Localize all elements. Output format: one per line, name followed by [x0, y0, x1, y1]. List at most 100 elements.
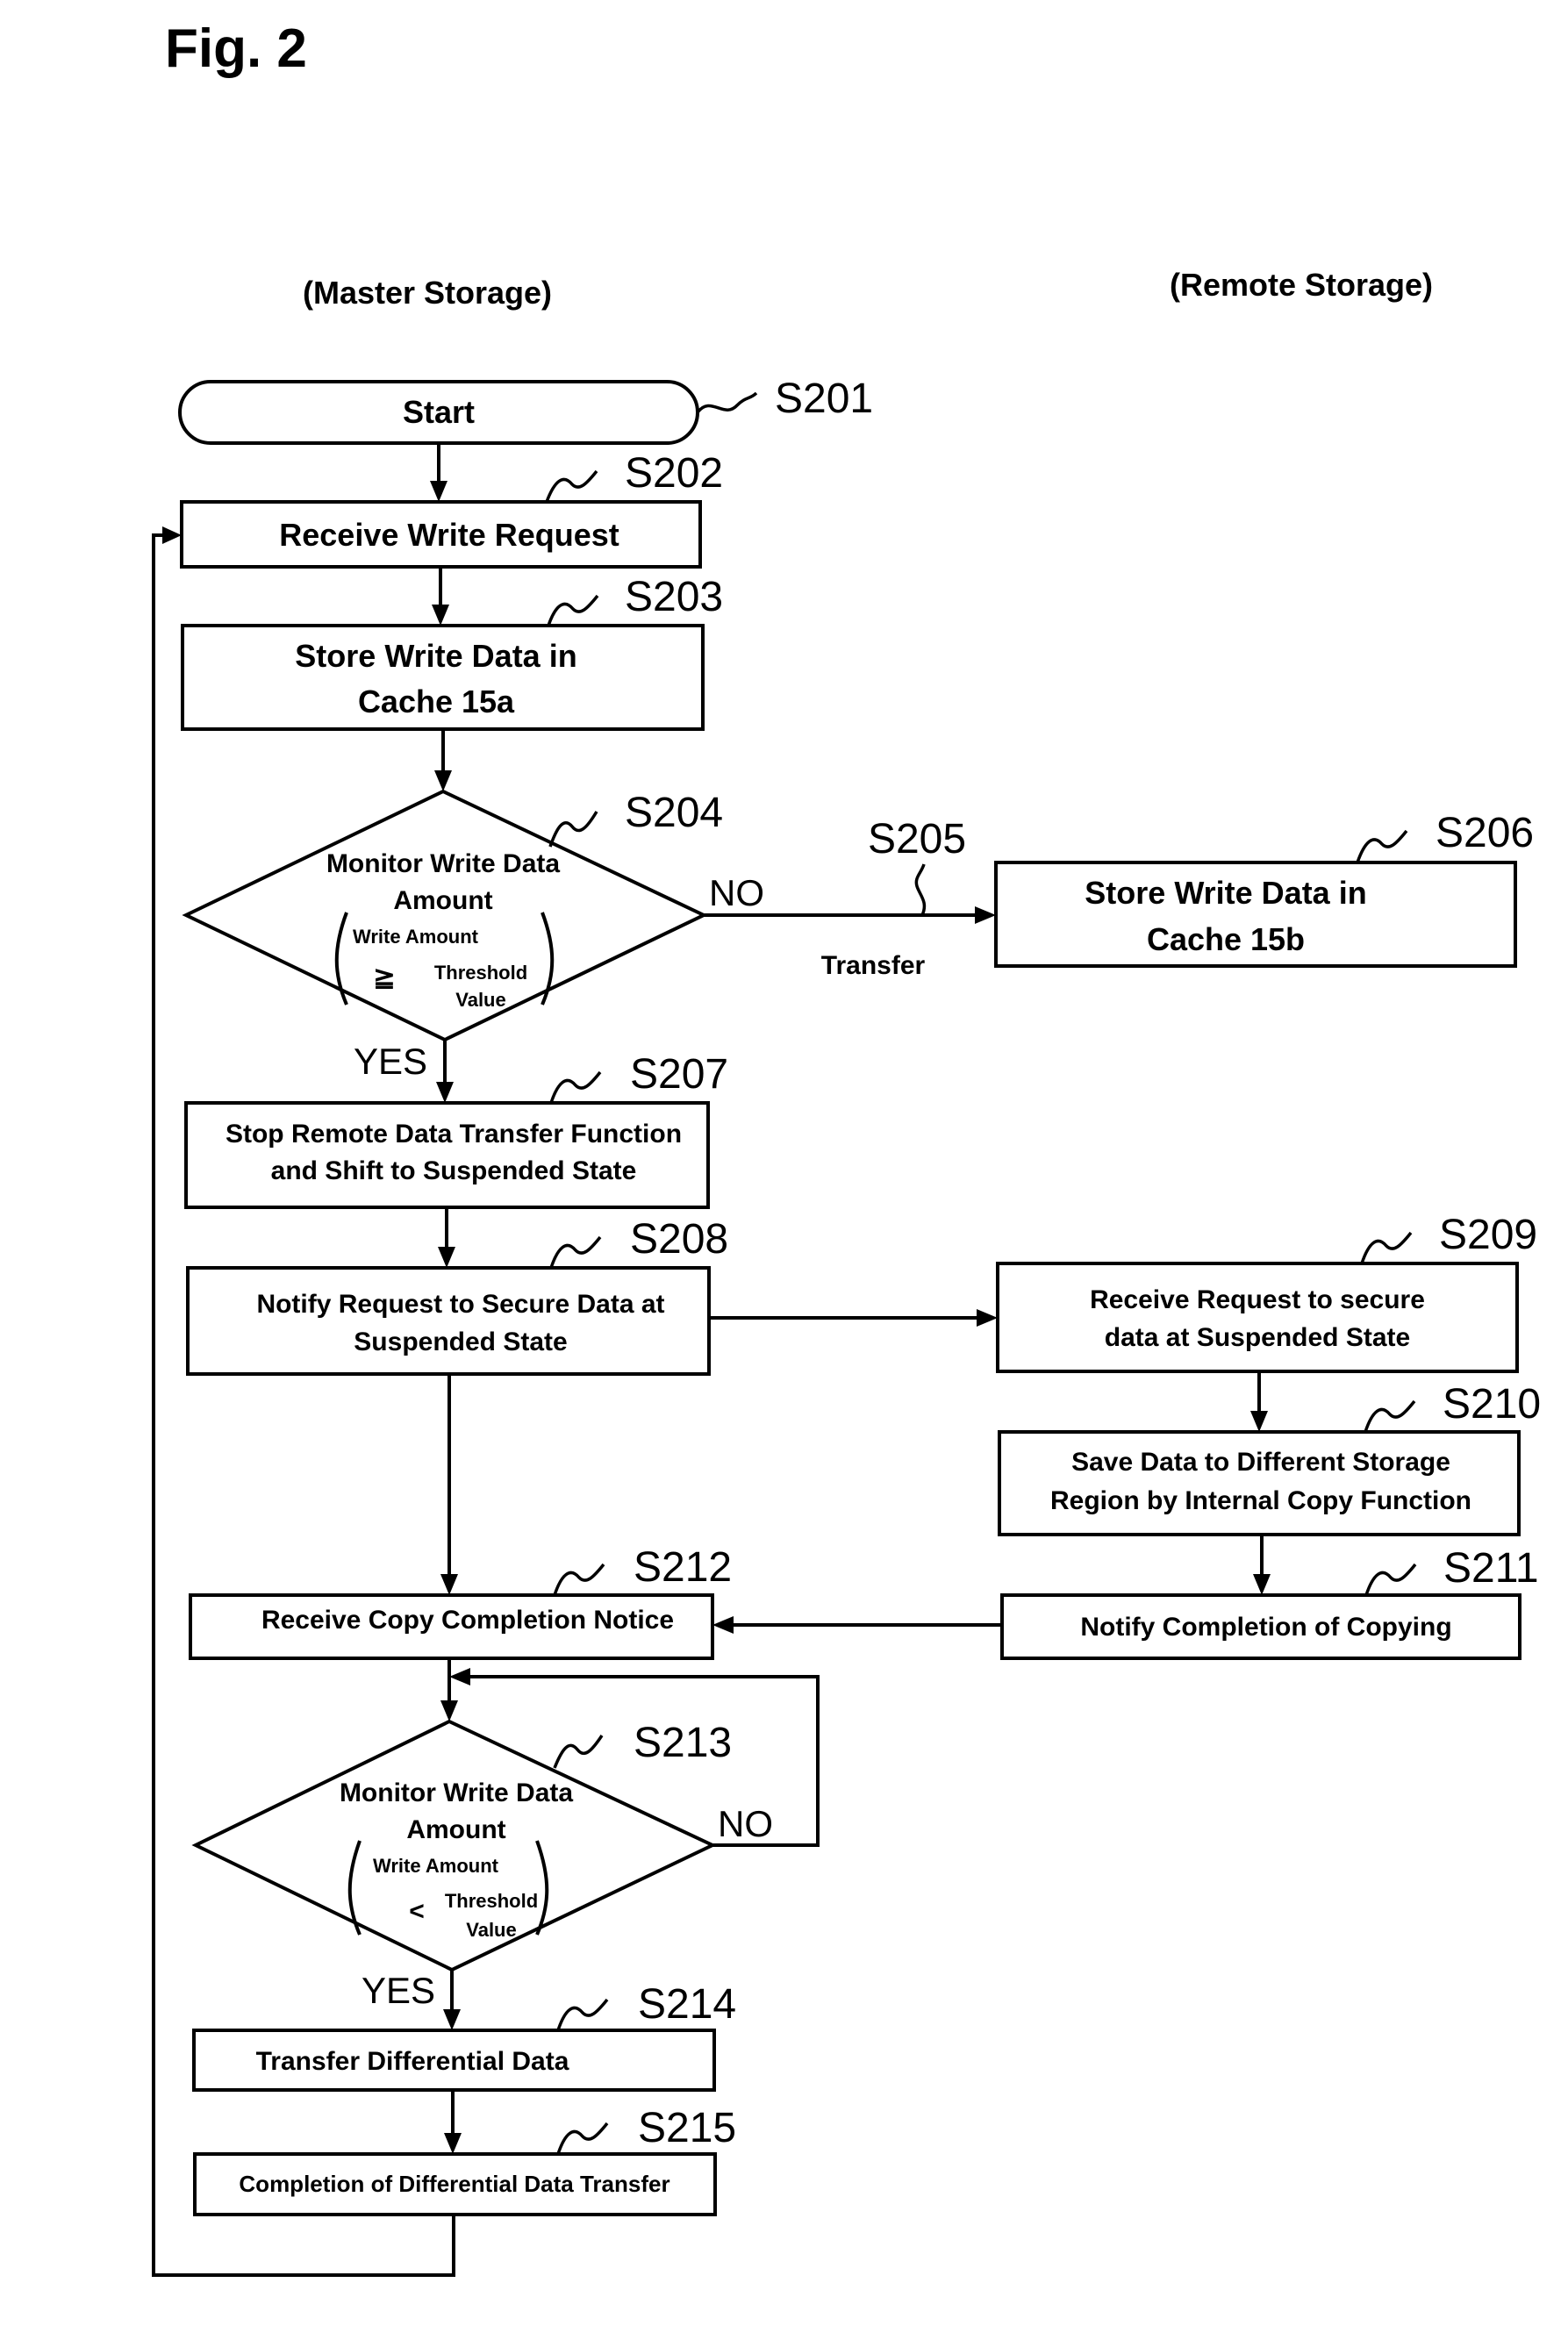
- condition-left: Write Amount: [373, 1855, 499, 1877]
- step-label: S211: [1443, 1545, 1539, 1592]
- arrow-s201-s202: [430, 443, 447, 502]
- arrow-s204-s207: [436, 1040, 454, 1103]
- loop-s215-to-s202: [152, 526, 455, 2277]
- step-text: Notify Completion of Copying: [1080, 1613, 1451, 1642]
- step-text-line-2: Region by Internal Copy Function: [1050, 1486, 1471, 1515]
- reference-squiggle: [1364, 1563, 1417, 1596]
- arrow-s209-s210: [1250, 1371, 1268, 1432]
- condition-right-line-2: Value: [455, 989, 505, 1011]
- condition-operator: ≧: [373, 963, 395, 992]
- reference-squiggle: [1356, 829, 1408, 863]
- step-label: S213: [634, 1720, 732, 1766]
- step-s212: Receive Copy Completion Notice S212: [189, 1544, 732, 1660]
- step-text-line-2: Cache 15a: [358, 683, 515, 719]
- condition-right-line-1: Threshold: [445, 1890, 538, 1912]
- step-label: S203: [625, 574, 723, 620]
- arrow-s214-s215: [444, 2090, 462, 2154]
- step-text-line-2: Suspended State: [354, 1328, 567, 1356]
- step-s201-start: Start S201: [178, 376, 873, 445]
- reference-squiggle: [545, 469, 598, 503]
- condition-right-line-2: Value: [466, 1919, 516, 1941]
- step-label: S209: [1439, 1212, 1537, 1258]
- reference-squiggle: [549, 1235, 602, 1269]
- reference-squiggle: [1364, 1399, 1416, 1433]
- decision-s204: Monitor Write Data Amount Write Amount ≧…: [182, 789, 764, 1082]
- arrow-s211-s212: [712, 1616, 1002, 1634]
- reference-squiggle: [549, 1070, 602, 1104]
- process-box: [184, 1101, 710, 1209]
- step-label: S204: [625, 790, 723, 836]
- reference-squiggle: [914, 863, 927, 916]
- condition-operator: <: [409, 1897, 425, 1926]
- lane-label-remote: (Remote Storage): [1170, 267, 1433, 303]
- step-s203: Store Write Data in Cache 15a S203: [181, 574, 723, 731]
- arrow-s213-s214: [443, 1970, 461, 2030]
- figure-title: Fig. 2: [165, 18, 307, 79]
- step-s215: Completion of Differential Data Transfer…: [193, 2105, 736, 2216]
- step-s206: Store Write Data in Cache 15b S206: [994, 810, 1534, 968]
- step-s209: Receive Request to secure data at Suspen…: [996, 1212, 1537, 1373]
- reference-squiggle: [553, 1563, 605, 1596]
- process-box: [996, 1262, 1519, 1373]
- decision-text-line-1: Monitor Write Data: [326, 849, 560, 878]
- step-s207: Stop Remote Data Transfer Function and S…: [184, 1051, 728, 1209]
- step-s211: Notify Completion of Copying S211: [1000, 1545, 1539, 1660]
- arrow-s203-s204: [434, 729, 452, 791]
- arrow-s210-s211: [1253, 1535, 1271, 1595]
- decision-text-line-1: Monitor Write Data: [340, 1778, 573, 1807]
- step-text: Receive Write Request: [279, 517, 619, 553]
- step-s210: Save Data to Different Storage Region by…: [998, 1381, 1541, 1536]
- flowchart: Fig. 2 (Master Storage) (Remote Storage)…: [152, 18, 1541, 2277]
- step-label: S202: [625, 450, 723, 497]
- arrow-s212-s213: [440, 1658, 458, 1721]
- step-text-line-1: Stop Remote Data Transfer Function: [226, 1120, 682, 1149]
- reference-squiggle: [553, 1735, 604, 1769]
- branch-yes-label: YES: [354, 1041, 427, 1082]
- condition-left: Write Amount: [353, 926, 479, 948]
- reference-squiggle: [556, 1998, 609, 2031]
- branch-yes-label: YES: [362, 1970, 435, 2011]
- step-text-line-1: Save Data to Different Storage: [1071, 1448, 1450, 1477]
- step-label: S210: [1443, 1381, 1541, 1428]
- step-label: S212: [634, 1544, 732, 1591]
- branch-no-label: NO: [709, 872, 764, 913]
- step-text-line-2: data at Suspended State: [1105, 1323, 1410, 1352]
- arrow-s208-s209: [709, 1309, 998, 1327]
- step-label: S206: [1436, 810, 1534, 856]
- step-text-line-2: Cache 15b: [1147, 921, 1305, 957]
- condition-right-line-1: Threshold: [434, 962, 527, 984]
- step-text-line-1: Notify Request to Secure Data at: [256, 1290, 664, 1319]
- step-label: S201: [775, 376, 873, 422]
- decision-s213: Monitor Write Data Amount Write Amount <…: [191, 1719, 773, 2011]
- step-text: Transfer Differential Data: [256, 2047, 569, 2076]
- transfer-label: Transfer: [821, 951, 926, 980]
- step-text: Start: [403, 394, 475, 430]
- step-label: S205: [868, 816, 966, 862]
- lane-label-master: (Master Storage): [303, 275, 552, 311]
- reference-squiggle: [547, 594, 599, 626]
- decision-text-line-2: Amount: [393, 886, 492, 915]
- step-label: S207: [630, 1051, 728, 1098]
- reference-squiggle: [556, 2122, 609, 2155]
- branch-no-label: NO: [718, 1803, 773, 1844]
- step-label: S208: [630, 1216, 728, 1263]
- step-text-line-1: Store Write Data in: [295, 638, 576, 674]
- step-s202: Receive Write Request S202: [180, 450, 723, 569]
- reference-squiggle: [696, 391, 758, 414]
- reference-squiggle: [548, 811, 598, 848]
- step-label: S215: [638, 2105, 736, 2151]
- step-text-line-1: Store Write Data in: [1085, 875, 1366, 911]
- step-s214: Transfer Differential Data S214: [192, 1981, 736, 2092]
- step-text: Receive Copy Completion Notice: [261, 1606, 674, 1635]
- step-text: Completion of Differential Data Transfer: [239, 2171, 669, 2197]
- step-text-line-2: and Shift to Suspended State: [271, 1156, 637, 1185]
- step-label: S214: [638, 1981, 736, 2028]
- decision-text-line-2: Amount: [406, 1815, 505, 1844]
- reference-squiggle: [1360, 1231, 1413, 1264]
- arrow-s208-s212: [440, 1374, 458, 1595]
- arrow-s207-s208: [438, 1207, 455, 1268]
- process-box: [186, 1266, 711, 1376]
- step-text-line-1: Receive Request to secure: [1090, 1285, 1425, 1314]
- step-s208: Notify Request to Secure Data at Suspend…: [186, 1216, 728, 1376]
- arrow-s202-s203: [432, 567, 449, 626]
